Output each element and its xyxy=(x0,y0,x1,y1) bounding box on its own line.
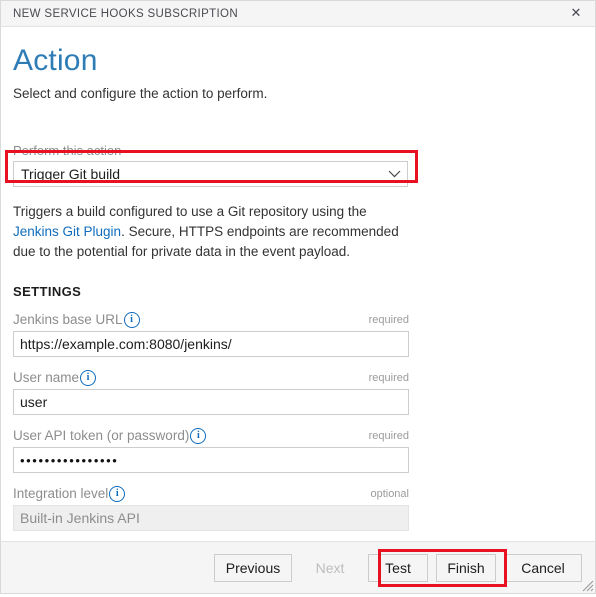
test-button[interactable]: Test xyxy=(368,553,428,582)
form-row-jenkins-base-url: Jenkins base URL i required xyxy=(13,311,583,357)
info-icon[interactable]: i xyxy=(123,311,140,328)
info-icon[interactable]: i xyxy=(190,427,207,444)
integration-level-input xyxy=(13,505,409,531)
form-row-integration-level: Integration level i optional xyxy=(13,485,583,531)
field-label: User API token (or password) xyxy=(13,428,190,443)
finish-button[interactable]: Finish xyxy=(436,553,496,582)
jenkins-base-url-input[interactable] xyxy=(13,331,409,357)
dialog-titlebar: NEW SERVICE HOOKS SUBSCRIPTION ✕ xyxy=(1,1,595,27)
form-row-user-name: User name i required xyxy=(13,369,583,415)
form-row-user-api-token: User API token (or password) i required xyxy=(13,427,583,473)
dialog-content: Action Select and configure the action t… xyxy=(1,27,595,541)
perform-action-dropdown[interactable]: Trigger Git build xyxy=(13,161,408,187)
settings-heading: SETTINGS xyxy=(13,284,82,299)
next-button: Next xyxy=(300,554,360,582)
field-label: User name xyxy=(13,370,80,385)
user-api-token-input[interactable] xyxy=(13,447,409,473)
page-title: Action xyxy=(13,44,98,77)
perform-action-label: Perform this action xyxy=(13,143,122,158)
new-service-hooks-subscription-dialog: NEW SERVICE HOOKS SUBSCRIPTION ✕ Action … xyxy=(0,0,596,594)
perform-action-selected-value: Trigger Git build xyxy=(21,166,121,182)
chevron-down-icon xyxy=(381,170,407,178)
field-label: Jenkins base URL xyxy=(13,312,123,327)
cancel-button[interactable]: Cancel xyxy=(504,553,582,582)
perform-action-field: Perform this action Trigger Git build xyxy=(13,143,583,187)
close-icon[interactable]: ✕ xyxy=(565,4,587,24)
field-requirement: required xyxy=(368,429,409,442)
resize-grip-icon[interactable] xyxy=(580,578,594,592)
field-requirement: optional xyxy=(370,487,409,500)
info-icon[interactable]: i xyxy=(80,369,97,386)
page-subtitle: Select and configure the action to perfo… xyxy=(13,86,268,101)
field-requirement: required xyxy=(368,313,409,326)
field-label-line: Jenkins base URL i required xyxy=(13,311,409,328)
field-label-line: User name i required xyxy=(13,369,409,386)
user-name-input[interactable] xyxy=(13,389,409,415)
info-icon[interactable]: i xyxy=(109,485,126,502)
previous-button[interactable]: Previous xyxy=(214,553,292,582)
dialog-title: NEW SERVICE HOOKS SUBSCRIPTION xyxy=(13,7,238,20)
field-label: Integration level xyxy=(13,486,109,501)
jenkins-git-plugin-link[interactable]: Jenkins Git Plugin xyxy=(13,224,121,239)
field-label-line: Integration level i optional xyxy=(13,485,409,502)
dialog-footer: Previous Next Test Finish Cancel xyxy=(1,541,595,593)
field-label-line: User API token (or password) i required xyxy=(13,427,409,444)
description-lead: Triggers a build configured to use a Git… xyxy=(13,204,367,219)
action-description: Triggers a build configured to use a Git… xyxy=(13,202,413,262)
field-requirement: required xyxy=(368,371,409,384)
